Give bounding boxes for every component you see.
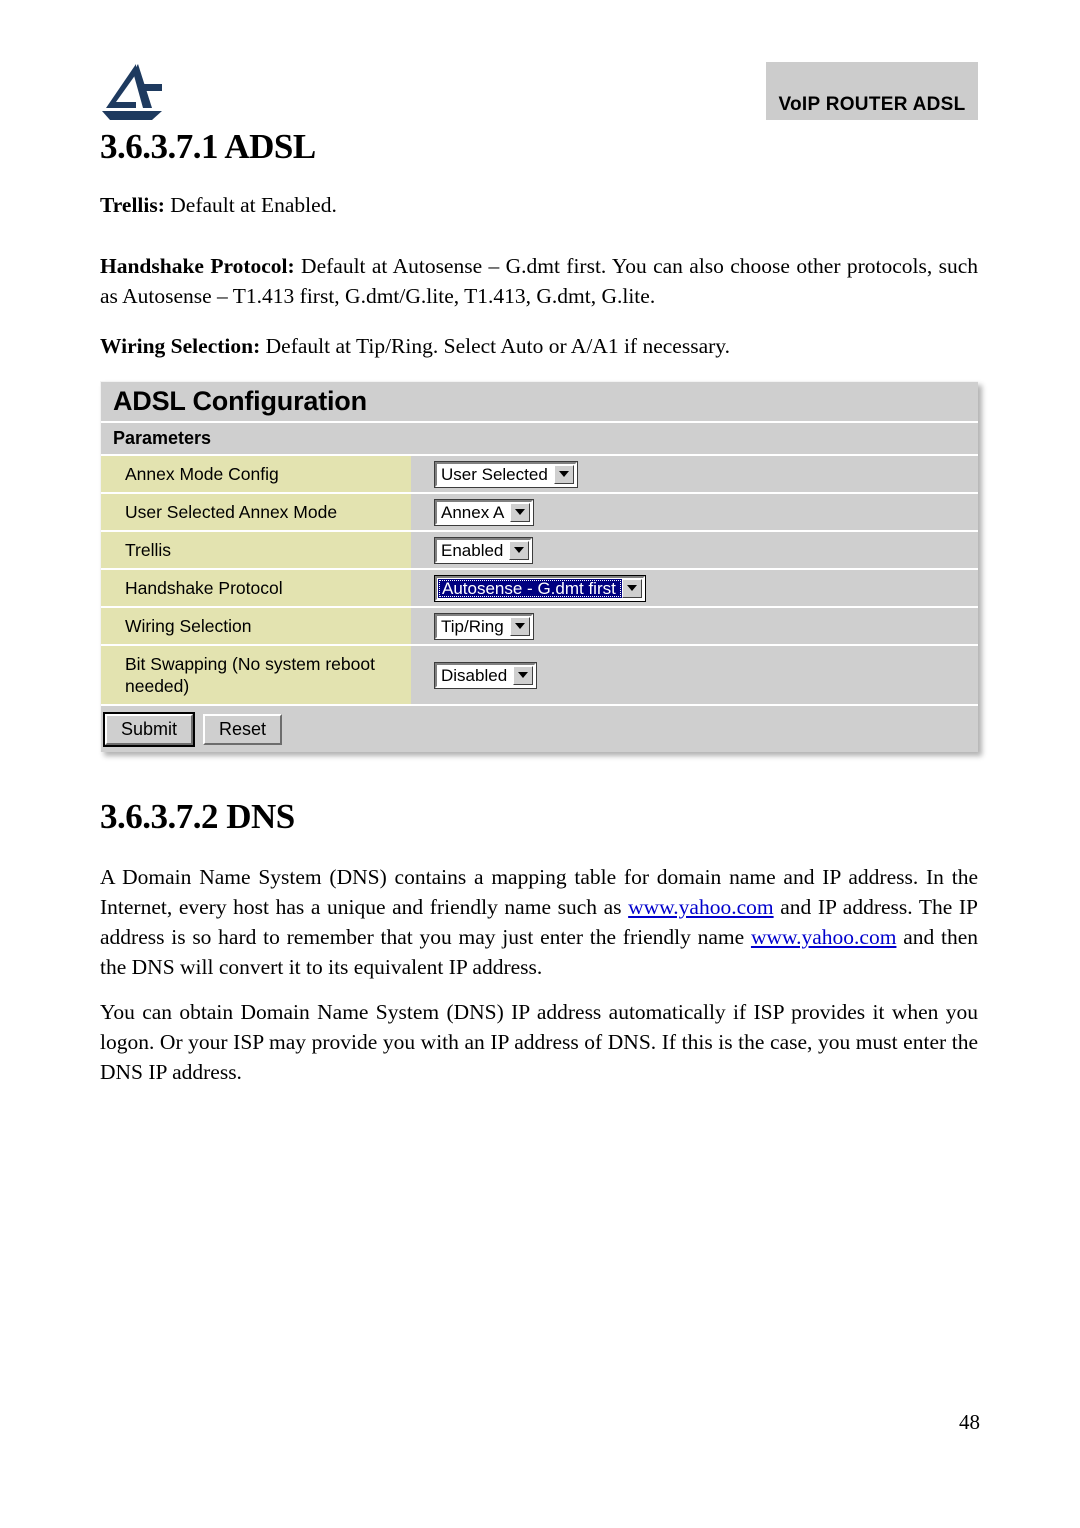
chevron-down-icon[interactable] (513, 665, 534, 685)
page-title-adsl: 3.6.3.7.1 ADSL (100, 127, 316, 166)
device-banner: VoIP ROUTER ADSL (766, 62, 978, 120)
param-row-wiring-selection: Wiring Selection Tip/Ring (101, 608, 978, 646)
select-wiring-selection-value: Tip/Ring (441, 616, 504, 636)
param-label-user-selected-annex-mode: User Selected Annex Mode (101, 494, 411, 530)
param-value-bit-swapping: Disabled (411, 646, 978, 704)
page-number: 48 (959, 1410, 980, 1434)
select-annex-mode-config-value: User Selected (441, 464, 548, 484)
chevron-down-icon[interactable] (509, 616, 530, 636)
param-value-trellis: Enabled (411, 532, 978, 568)
atlantis-logo-icon (100, 62, 176, 124)
paragraph-wiring-lead: Wiring Selection: (100, 334, 261, 358)
chevron-down-icon[interactable] (510, 502, 531, 522)
link-yahoo-1[interactable]: www.yahoo.com (628, 895, 774, 919)
submit-button[interactable]: Submit (102, 711, 196, 747)
panel-title-bar: ADSL Configuration (101, 382, 978, 423)
select-user-selected-annex-mode-value: Annex A (441, 502, 505, 522)
select-wiring-selection[interactable]: Tip/Ring (434, 612, 534, 640)
paragraph-wiring: Wiring Selection: Default at Tip/Ring. S… (100, 331, 978, 361)
link-yahoo-2[interactable]: www.yahoo.com (751, 925, 897, 949)
param-label-trellis: Trellis (101, 532, 411, 568)
paragraph-handshake: Handshake Protocol: Default at Autosense… (100, 251, 978, 311)
select-user-selected-annex-mode[interactable]: Annex A (433, 498, 535, 526)
chevron-down-icon[interactable] (553, 464, 574, 484)
device-banner-text: VoIP ROUTER ADSL (778, 94, 966, 115)
select-annex-mode-config[interactable]: User Selected (434, 460, 578, 488)
param-row-trellis: Trellis Enabled (101, 532, 978, 570)
param-label-bit-swapping: Bit Swapping (No system reboot needed) (101, 646, 411, 704)
param-label-handshake-protocol: Handshake Protocol (101, 570, 411, 606)
paragraph-handshake-lead: Handshake Protocol: (100, 254, 295, 278)
paragraph-trellis-lead: Trellis: (100, 193, 165, 217)
paragraph-trellis: Trellis: Default at Enabled. (100, 190, 978, 220)
page-title-dns: 3.6.3.7.2 DNS (100, 797, 295, 836)
select-bit-swapping[interactable]: Disabled (433, 661, 538, 689)
reset-button[interactable]: Reset (203, 713, 283, 745)
param-label-wiring-selection: Wiring Selection (101, 608, 411, 644)
paragraph-wiring-text: Default at Tip/Ring. Select Auto or A/A1… (260, 334, 731, 358)
param-label-annex-mode-config: Annex Mode Config (101, 456, 411, 492)
select-handshake-protocol-value: Autosense - G.dmt first (438, 578, 622, 598)
param-row-bit-swapping: Bit Swapping (No system reboot needed) D… (101, 646, 978, 706)
paragraph-dns-1: A Domain Name System (DNS) contains a ma… (100, 862, 978, 982)
paragraph-trellis-text: Default at Enabled. (164, 193, 337, 217)
panel-subtitle: Parameters (113, 428, 212, 448)
param-value-annex-mode-config: User Selected (411, 456, 978, 492)
select-handshake-protocol[interactable]: Autosense - G.dmt first (434, 574, 646, 602)
select-trellis-value: Enabled (441, 540, 504, 560)
chevron-down-icon[interactable] (509, 540, 530, 560)
panel-button-row: Submit Reset (101, 706, 978, 752)
select-trellis[interactable]: Enabled (433, 536, 534, 564)
param-row-handshake-protocol: Handshake Protocol Autosense - G.dmt fir… (101, 570, 978, 608)
param-value-user-selected-annex-mode: Annex A (411, 494, 978, 530)
panel-title: ADSL Configuration (113, 386, 367, 416)
adsl-configuration-panel: ADSL Configuration Parameters Annex Mode… (100, 381, 978, 752)
panel-subtitle-bar: Parameters (101, 423, 978, 456)
page-header: VoIP ROUTER ADSL (0, 0, 1080, 132)
param-value-handshake-protocol: Autosense - G.dmt first (411, 570, 978, 606)
param-value-wiring-selection: Tip/Ring (411, 608, 978, 644)
param-row-user-selected-annex-mode: User Selected Annex Mode Annex A (101, 494, 978, 532)
param-row-annex-mode-config: Annex Mode Config User Selected (101, 456, 978, 494)
paragraph-dns-2: You can obtain Domain Name System (DNS) … (100, 1000, 978, 1084)
select-bit-swapping-value: Disabled (441, 665, 508, 685)
chevron-down-icon[interactable] (621, 578, 642, 598)
